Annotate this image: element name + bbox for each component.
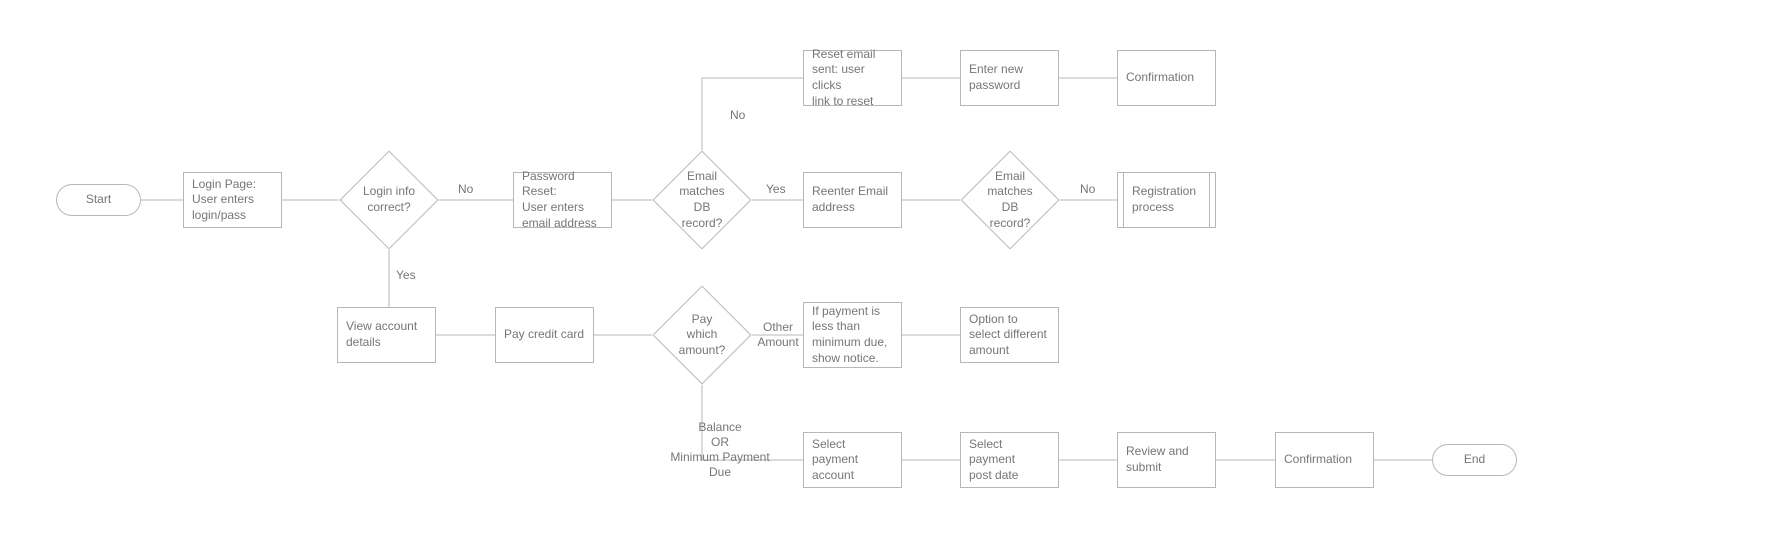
edge-label-balance-or-min: Balance OR Minimum Payment Due <box>655 420 785 480</box>
edge-label-email1-yes: Yes <box>766 182 786 197</box>
decision-email-match-2-label: Email matches DB record? <box>975 165 1045 235</box>
edge-label-login-yes: Yes <box>396 268 416 283</box>
process-option-different-amount-label: Option to select different amount <box>969 312 1047 359</box>
process-confirmation-1-label: Confirmation <box>1126 70 1194 86</box>
process-confirmation-1: Confirmation <box>1117 50 1216 106</box>
process-enter-new-password: Enter new password <box>960 50 1059 106</box>
decision-pay-which-amount-label: Pay which amount? <box>667 300 737 370</box>
edge-label-login-no: No <box>458 182 473 197</box>
process-reenter-email: Reenter Email address <box>803 172 902 228</box>
process-select-post-date: Select payment post date <box>960 432 1059 488</box>
process-review-submit-label: Review and submit <box>1126 444 1189 475</box>
terminator-end-label: End <box>1464 452 1485 468</box>
decision-email-match-1: Email matches DB record? <box>667 165 737 235</box>
process-view-account-label: View account details <box>346 319 417 350</box>
process-pay-credit-card-label: Pay credit card <box>504 327 584 343</box>
decision-email-match-2: Email matches DB record? <box>975 165 1045 235</box>
subprocess-registration-label: Registration process <box>1132 184 1196 215</box>
process-select-payment-account-label: Select payment account <box>812 437 858 484</box>
process-confirmation-2: Confirmation <box>1275 432 1374 488</box>
decision-login-correct: Login info correct? <box>354 165 424 235</box>
process-login-page-label: Login Page: User enters login/pass <box>192 177 256 224</box>
process-confirmation-2-label: Confirmation <box>1284 452 1352 468</box>
process-password-reset-label: Password Reset: User enters email addres… <box>522 169 603 231</box>
process-review-submit: Review and submit <box>1117 432 1216 488</box>
decision-pay-which-amount: Pay which amount? <box>667 300 737 370</box>
process-password-reset: Password Reset: User enters email addres… <box>513 172 612 228</box>
edge-label-email1-no: No <box>730 108 745 123</box>
process-select-payment-account: Select payment account <box>803 432 902 488</box>
process-reset-email: Reset email sent: user clicks link to re… <box>803 50 902 106</box>
edge-label-email2-no: No <box>1080 182 1095 197</box>
subprocess-registration: Registration process <box>1117 172 1216 228</box>
flowchart-canvas: Start End Login Page: User enters login/… <box>0 0 1775 550</box>
process-payment-notice-label: If payment is less than minimum due, sho… <box>812 304 887 366</box>
process-view-account: View account details <box>337 307 436 363</box>
process-payment-notice: If payment is less than minimum due, sho… <box>803 302 902 368</box>
process-select-post-date-label: Select payment post date <box>969 437 1018 484</box>
terminator-start-label: Start <box>86 192 111 208</box>
edge-label-other-amount: Other Amount <box>754 320 802 350</box>
terminator-start: Start <box>56 184 141 216</box>
process-reenter-email-label: Reenter Email address <box>812 184 888 215</box>
process-enter-new-password-label: Enter new password <box>969 62 1023 93</box>
process-option-different-amount: Option to select different amount <box>960 307 1059 363</box>
process-pay-credit-card: Pay credit card <box>495 307 594 363</box>
process-reset-email-label: Reset email sent: user clicks link to re… <box>812 47 893 109</box>
decision-email-match-1-label: Email matches DB record? <box>667 165 737 235</box>
decision-login-correct-label: Login info correct? <box>354 165 424 235</box>
process-login-page: Login Page: User enters login/pass <box>183 172 282 228</box>
terminator-end: End <box>1432 444 1517 476</box>
